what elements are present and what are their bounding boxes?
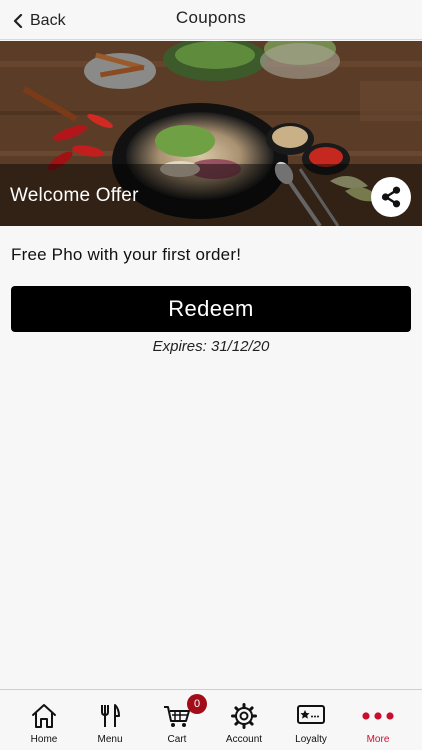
tab-label: Account xyxy=(225,734,263,745)
tab-label: More xyxy=(366,734,390,745)
tab-loyalty[interactable]: Loyalty xyxy=(278,690,344,750)
cart-count-badge: 0 xyxy=(187,694,207,714)
tab-home[interactable]: Home xyxy=(11,690,77,750)
tab-label: Menu xyxy=(97,734,123,745)
tab-menu[interactable]: Menu xyxy=(77,690,143,750)
coupon-hero-image: Welcome Offer xyxy=(0,41,422,226)
coupon-description: Free Pho with your first order! xyxy=(11,245,242,264)
tab-label: Cart xyxy=(167,734,187,745)
tab-more[interactable]: More xyxy=(345,690,411,750)
tab-label: Loyalty xyxy=(295,734,327,745)
tab-label: Home xyxy=(30,734,58,745)
tab-account[interactable]: Account xyxy=(211,690,277,750)
app-screen: Back Coupons Welcome Offer Free Pho with… xyxy=(0,0,422,750)
bottom-tab-bar: Home Menu Cart Account Loyalty More xyxy=(0,689,422,750)
header-bar: Back Coupons xyxy=(0,0,422,40)
share-icon xyxy=(381,186,401,208)
page-title: Coupons xyxy=(175,8,247,27)
home-icon xyxy=(32,704,56,728)
more-dots-icon xyxy=(362,712,394,720)
coupon-title: Welcome Offer xyxy=(10,185,139,206)
expiry-date: Expires: 31/12/20 xyxy=(152,338,270,355)
redeem-button[interactable]: Redeem xyxy=(11,286,411,332)
share-button[interactable] xyxy=(371,177,411,217)
gear-icon xyxy=(231,703,257,729)
loyalty-card-icon xyxy=(297,705,325,724)
fork-knife-icon xyxy=(101,704,120,727)
